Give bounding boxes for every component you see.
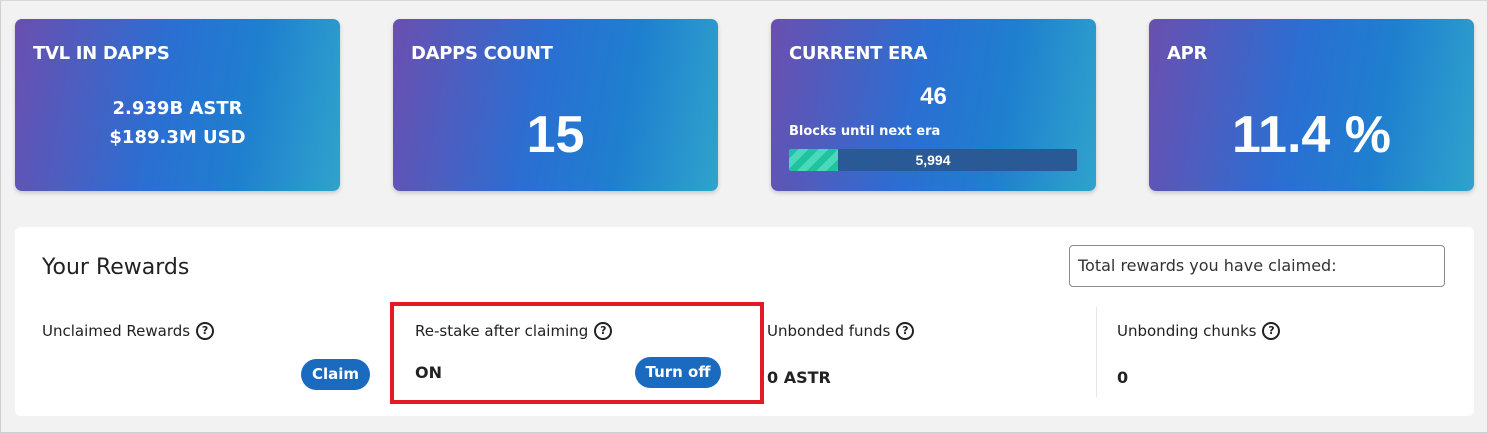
current-era-value: 46 — [920, 83, 947, 110]
current-era-card: CURRENT ERA 46 Blocks until next era 5,9… — [771, 19, 1096, 191]
unclaimed-rewards-text: Unclaimed Rewards — [42, 322, 191, 340]
help-icon[interactable]: ? — [196, 322, 215, 340]
unclaimed-rewards-label: Unclaimed Rewards ? — [42, 322, 215, 340]
tvl-card: TVL IN DAPPS 2.939B ASTR $189.3M USD — [15, 19, 340, 191]
era-progress-bar: 5,994 — [789, 149, 1077, 171]
restake-highlight-box — [390, 302, 764, 404]
apr-card: APR 11.4 % — [1149, 19, 1474, 191]
apr-value: 11.4 % — [1231, 106, 1392, 164]
total-rewards-claimed-field: Total rewards you have claimed: — [1069, 245, 1445, 287]
unbonding-chunks-label: Unbonding chunks ? — [1117, 322, 1281, 340]
tvl-usd: $189.3M USD — [109, 127, 246, 148]
your-rewards-title: Your Rewards — [42, 255, 190, 280]
unbonding-chunks-value: 0 — [1117, 368, 1129, 387]
unbonded-funds-label: Unbonded funds ? — [767, 322, 915, 340]
unbonded-funds-value: 0 ASTR — [767, 368, 831, 387]
unbonding-chunks-text: Unbonding chunks — [1117, 322, 1257, 340]
column-divider — [1096, 307, 1097, 397]
help-icon[interactable]: ? — [1262, 322, 1281, 340]
unbonded-funds-text: Unbonded funds — [767, 322, 891, 340]
apr-title: APR — [1167, 43, 1208, 64]
dapps-count-title: DAPPS COUNT — [411, 43, 553, 64]
help-icon[interactable]: ? — [896, 322, 915, 340]
tvl-values: 2.939B ASTR $189.3M USD — [15, 94, 340, 152]
current-era-title: CURRENT ERA — [789, 43, 928, 64]
tvl-astr: 2.939B ASTR — [112, 98, 243, 119]
tvl-card-title: TVL IN DAPPS — [33, 43, 170, 64]
dapps-count-card: DAPPS COUNT 15 — [393, 19, 718, 191]
claim-button[interactable]: Claim — [301, 359, 370, 390]
era-blocks-remaining: 5,994 — [915, 152, 951, 168]
blocks-until-next-era-label: Blocks until next era — [789, 124, 941, 139]
dapps-count-value: 15 — [526, 106, 585, 164]
